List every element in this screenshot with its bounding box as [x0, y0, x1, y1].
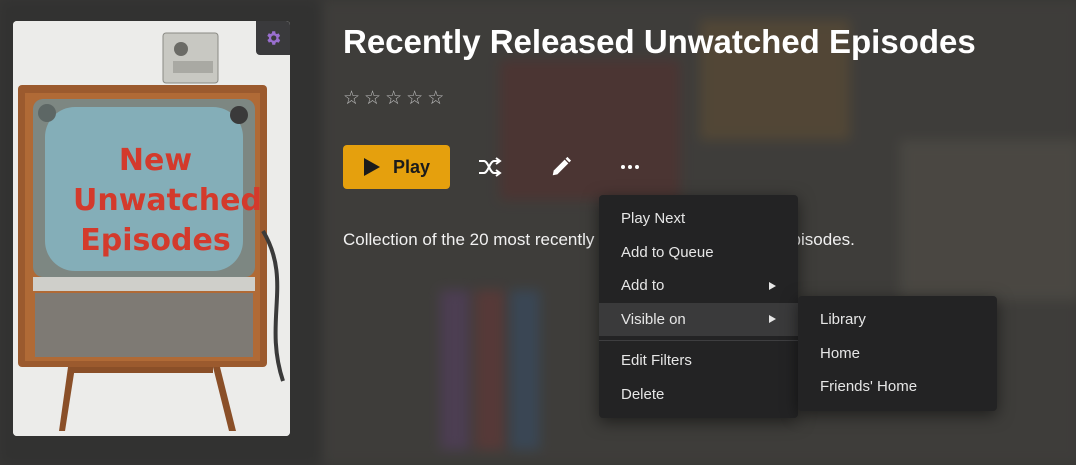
submenu-item-label: Friends' Home — [820, 378, 918, 396]
menu-item-edit-filters[interactable]: Edit Filters — [599, 344, 798, 378]
menu-item-delete[interactable]: Delete — [599, 378, 798, 412]
context-menu: Play Next Add to Queue Add to Visible on… — [599, 195, 798, 418]
menu-item-label: Add to — [621, 277, 665, 295]
page-title: Recently Released Unwatched Episodes — [343, 23, 976, 60]
play-icon — [363, 158, 380, 176]
star-icon[interactable]: ☆ — [427, 87, 444, 109]
menu-item-label: Add to Queue — [621, 243, 714, 261]
submenu-item-label: Home — [820, 344, 861, 362]
play-button[interactable]: Play — [343, 145, 450, 189]
pencil-icon — [552, 156, 572, 176]
play-button-label: Play — [392, 156, 431, 177]
collection-poster[interactable]: New Unwatched Episodes — [13, 21, 290, 436]
poster-text: New Unwatched Episodes — [73, 141, 262, 261]
star-rating[interactable]: ☆ ☆ ☆ ☆ ☆ — [343, 87, 444, 109]
poster-line: New — [118, 143, 193, 178]
star-icon[interactable]: ☆ — [406, 87, 423, 109]
menu-item-label: Visible on — [621, 310, 686, 328]
menu-item-add-to[interactable]: Add to — [599, 269, 798, 303]
poster-line: Episodes — [80, 223, 231, 258]
menu-item-add-to-queue[interactable]: Add to Queue — [599, 236, 798, 270]
menu-item-visible-on[interactable]: Visible on — [599, 302, 798, 336]
visible-on-submenu: Library Home Friends' Home — [798, 296, 997, 411]
submenu-item-friends-home[interactable]: Friends' Home — [798, 370, 997, 404]
submenu-arrow-icon — [769, 315, 776, 324]
menu-item-label: Edit Filters — [621, 352, 692, 370]
submenu-item-home[interactable]: Home — [798, 337, 997, 371]
star-icon[interactable]: ☆ — [343, 87, 360, 109]
star-icon[interactable]: ☆ — [385, 87, 402, 109]
shuffle-button[interactable] — [473, 150, 507, 184]
menu-item-label: Play Next — [621, 210, 686, 228]
star-icon[interactable]: ☆ — [364, 87, 381, 109]
menu-item-play-next[interactable]: Play Next — [599, 202, 798, 236]
poster-line: Unwatched — [73, 183, 262, 218]
poster-settings-button[interactable] — [256, 21, 290, 55]
submenu-item-library[interactable]: Library — [798, 303, 997, 337]
more-horizontal-icon — [621, 165, 639, 169]
shuffle-icon — [479, 157, 502, 177]
submenu-item-label: Library — [820, 311, 866, 329]
more-button[interactable] — [613, 150, 647, 184]
menu-item-label: Delete — [621, 385, 665, 403]
gear-icon — [267, 31, 281, 45]
submenu-arrow-icon — [769, 281, 776, 290]
edit-button[interactable] — [544, 150, 578, 184]
menu-divider — [599, 340, 798, 341]
